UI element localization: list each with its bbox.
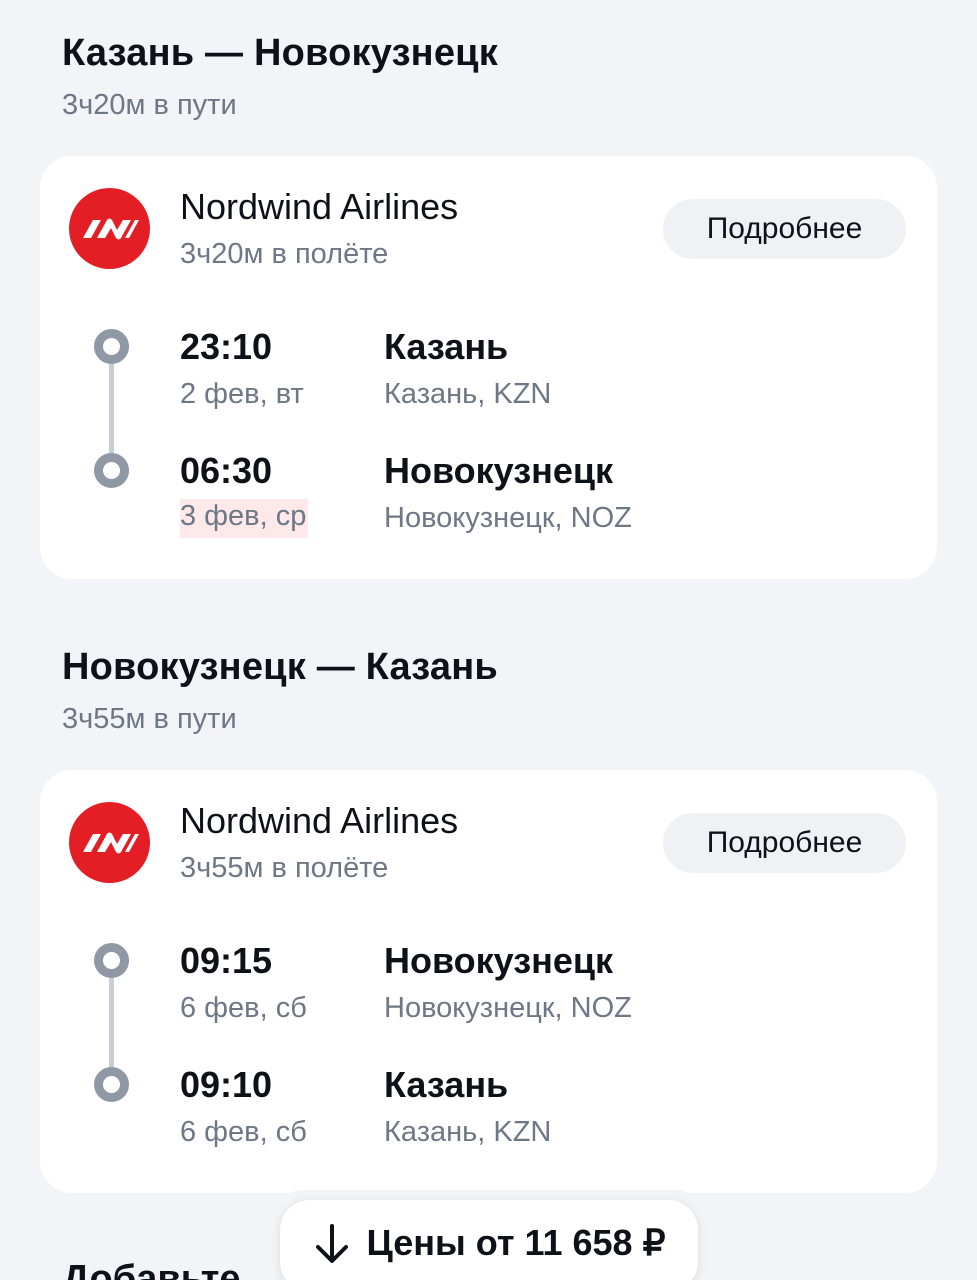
arrival-time: 09:10	[180, 1064, 273, 1105]
outbound-total-duration: 3ч20м в пути	[62, 89, 237, 121]
arrival-city: Казань	[384, 1064, 509, 1105]
flight-duration: 3ч55м в полёте	[180, 852, 389, 884]
prices-button-label: Цены от 11 658 ₽	[366, 1222, 666, 1263]
arrival-date: 3 фев, ср	[180, 499, 309, 538]
departure-airport: Казань, KZN	[384, 378, 552, 410]
departure-time: 23:10	[180, 326, 273, 367]
return-flight-card: Nordwind Airlines 3ч55м в полёте Подробн…	[40, 770, 937, 1193]
return-route-title: Новокузнецк — Казань	[62, 646, 498, 688]
return-total-duration: 3ч55м в пути	[62, 703, 237, 735]
next-section-title: Добавьте	[62, 1258, 241, 1280]
airline-name: Nordwind Airlines	[180, 800, 459, 841]
flight-details-page: Казань — Новокузнецк 3ч20м в пути Nordwi…	[0, 0, 977, 1280]
departure-date: 2 фев, вт	[180, 378, 304, 410]
nordwind-logo-icon	[69, 188, 150, 269]
arrival-dot-icon	[94, 1067, 129, 1102]
flight-duration: 3ч20м в полёте	[180, 238, 389, 270]
details-button[interactable]: Подробнее	[663, 813, 906, 873]
outbound-route-title: Казань — Новокузнецк	[62, 32, 498, 74]
departure-time: 09:15	[180, 940, 273, 981]
departure-city: Новокузнецк	[384, 940, 614, 981]
arrival-city: Новокузнецк	[384, 450, 614, 491]
outbound-flight-card: Nordwind Airlines 3ч20м в полёте Подробн…	[40, 156, 937, 579]
arrival-time: 06:30	[180, 450, 273, 491]
arrow-down-icon	[316, 1224, 349, 1263]
departure-dot-icon	[94, 943, 129, 978]
departure-city: Казань	[384, 326, 509, 367]
prices-button[interactable]: Цены от 11 658 ₽	[280, 1200, 698, 1280]
timeline-line	[109, 346, 114, 470]
arrival-dot-icon	[94, 453, 129, 488]
timeline-line	[109, 960, 114, 1084]
arrival-date: 6 фев, сб	[180, 1116, 307, 1148]
airline-name: Nordwind Airlines	[180, 186, 459, 227]
nordwind-logo-icon	[69, 802, 150, 883]
departure-date: 6 фев, сб	[180, 992, 307, 1024]
details-button[interactable]: Подробнее	[663, 199, 906, 259]
departure-airport: Новокузнецк, NOZ	[384, 992, 632, 1024]
arrival-airport: Новокузнецк, NOZ	[384, 502, 632, 534]
departure-dot-icon	[94, 329, 129, 364]
arrival-airport: Казань, KZN	[384, 1116, 552, 1148]
